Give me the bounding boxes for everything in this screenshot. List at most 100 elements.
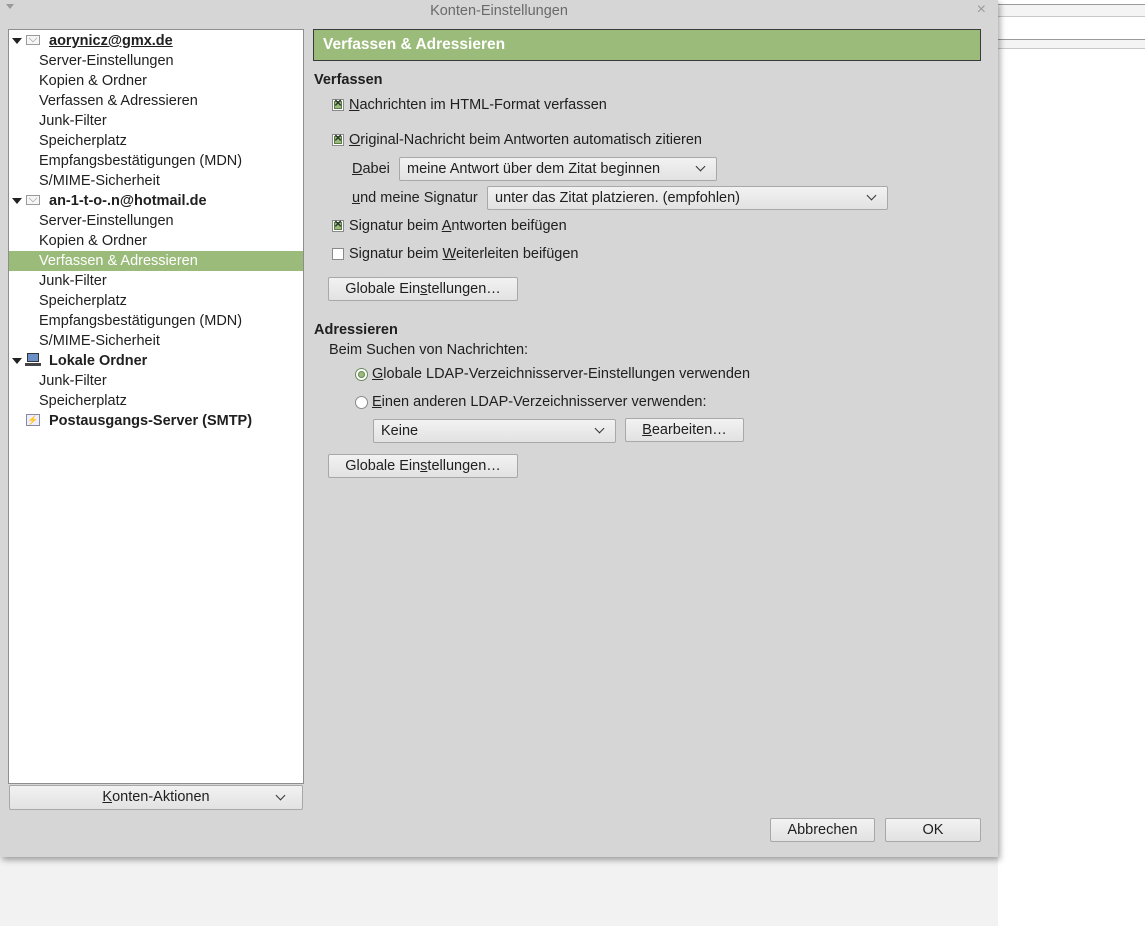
tree-account-gmx[interactable]: aorynicz@gmx.de [9, 31, 303, 51]
tree-item-disk-space[interactable]: Speicherplatz [9, 391, 303, 411]
mail-account-icon [26, 195, 40, 205]
tree-item-label: Server-Einstellungen [39, 213, 174, 229]
tree-item-label: Speicherplatz [39, 293, 127, 309]
signature-forward-label[interactable]: Signatur beim Weiterleiten beifügen [349, 246, 578, 262]
tree-item-copies-folders[interactable]: Kopien & Ordner [9, 231, 303, 251]
tree-item-smime[interactable]: S/MIME-Sicherheit [9, 171, 303, 191]
chevron-down-icon [594, 423, 605, 434]
tree-item-junk-filter[interactable]: Junk-Filter [9, 371, 303, 391]
tree-item-junk-filter[interactable]: Junk-Filter [9, 271, 303, 291]
tree-account-local-folders[interactable]: Lokale Ordner [9, 351, 303, 371]
global-ldap-radio[interactable] [355, 368, 368, 381]
label-text: lobale LDAP-Verzeichnisserver-Einstellun… [383, 366, 751, 382]
signature-position-label: und meine Signatur [352, 190, 478, 206]
signature-forward-checkbox[interactable] [332, 248, 344, 260]
tree-item-label: Verfassen & Adressieren [39, 253, 198, 269]
account-tree[interactable]: aorynicz@gmx.de Server-Einstellungen Kop… [8, 29, 304, 784]
cancel-button[interactable]: Abbrechen [770, 818, 875, 842]
window-title: Konten-Einstellungen [430, 3, 568, 19]
chevron-down-icon [275, 790, 286, 801]
access-key: W [442, 246, 456, 262]
html-format-label[interactable]: Nachrichten im HTML-Format verfassen [349, 97, 607, 113]
tree-item-outgoing-server[interactable]: ⚡ Postausgangs-Server (SMTP) [9, 411, 303, 431]
tree-item-label: S/MIME-Sicherheit [39, 333, 160, 349]
search-label: Beim Suchen von Nachrichten: [329, 342, 529, 358]
tree-item-label: Speicherplatz [39, 393, 127, 409]
tree-item-label: Junk-Filter [39, 113, 107, 129]
signature-reply-checkbox[interactable] [332, 216, 344, 232]
background-window [998, 0, 1145, 926]
tree-item-server-settings[interactable]: Server-Einstellungen [9, 51, 303, 71]
ok-button[interactable]: OK [885, 818, 981, 842]
access-key: E [372, 394, 382, 410]
titlebar: Konten-Einstellungen × [0, 0, 998, 22]
background-toolbar [998, 4, 1145, 17]
select-value: unter das Zitat platzieren. (empfohlen) [495, 190, 741, 206]
label-text: Globale Ein [345, 458, 421, 474]
tree-item-label: Junk-Filter [39, 373, 107, 389]
access-key: O [349, 132, 361, 148]
account-actions-button[interactable]: Konten-Aktionen [9, 785, 303, 810]
label-text: ntworten beifügen [451, 218, 567, 234]
tree-item-label: Kopien & Ordner [39, 233, 148, 249]
quote-original-checkbox[interactable] [332, 130, 344, 146]
label-text: Globale Ein [345, 281, 421, 297]
global-settings-button[interactable]: Globale Einstellungen… [328, 277, 518, 301]
ldap-directory-select[interactable]: Keine [373, 419, 616, 443]
tree-item-composition[interactable]: Verfassen & Adressieren [9, 91, 303, 111]
tree-item-label: Verfassen & Adressieren [39, 93, 198, 109]
label-text: tellungen… [427, 281, 501, 297]
tree-item-disk-space[interactable]: Speicherplatz [9, 291, 303, 311]
label-text: abei [362, 161, 390, 177]
signature-reply-label[interactable]: Signatur beim Antworten beifügen [349, 218, 567, 234]
chevron-down-icon [866, 190, 877, 201]
html-format-checkbox[interactable] [332, 95, 344, 111]
expand-triangle-icon[interactable] [12, 358, 22, 364]
access-key: G [372, 366, 384, 382]
page-title: Verfassen & Adressieren [313, 29, 981, 61]
tree-item-label: Empfangsbestätigungen (MDN) [39, 313, 243, 329]
global-settings-button-2[interactable]: Globale Einstellungen… [328, 454, 518, 478]
account-settings-dialog: Konten-Einstellungen × aorynicz@gmx.de S… [0, 0, 998, 857]
label-text: eiterleiten beifügen [455, 246, 579, 262]
tree-item-copies-folders[interactable]: Kopien & Ordner [9, 71, 303, 91]
access-key: K [102, 789, 113, 805]
tree-account-label: Postausgangs-Server (SMTP) [49, 413, 253, 429]
access-key: D [352, 161, 363, 177]
label-text: Signatur beim [349, 218, 442, 234]
reply-position-select[interactable]: meine Antwort über dem Zitat beginnen [399, 157, 717, 181]
tree-item-composition-selected[interactable]: Verfassen & Adressieren [9, 251, 303, 271]
other-ldap-radio[interactable] [355, 396, 368, 409]
global-ldap-label[interactable]: Globale LDAP-Verzeichnisserver-Einstellu… [372, 366, 750, 382]
label-text: tellungen… [427, 458, 501, 474]
edit-directories-button[interactable]: Bearbeiten… [625, 418, 744, 442]
tree-item-smime[interactable]: S/MIME-Sicherheit [9, 331, 303, 351]
tree-item-return-receipts[interactable]: Empfangsbestätigungen (MDN) [9, 151, 303, 171]
tree-item-label: Speicherplatz [39, 133, 127, 149]
label-text: nd meine Signatur [360, 190, 478, 206]
select-value: meine Antwort über dem Zitat beginnen [407, 161, 661, 177]
tree-item-label: Empfangsbestätigungen (MDN) [39, 153, 243, 169]
computer-icon [25, 353, 41, 366]
tree-item-label: Server-Einstellungen [39, 53, 174, 69]
other-ldap-label[interactable]: Einen anderen LDAP-Verzeichnisserver ver… [372, 394, 707, 410]
signature-position-select[interactable]: unter das Zitat platzieren. (empfohlen) [487, 186, 888, 210]
label-text: riginal-Nachricht beim Antworten automat… [360, 132, 702, 148]
mail-account-icon [26, 35, 40, 45]
expand-triangle-icon[interactable] [12, 38, 22, 44]
select-value: Keine [381, 423, 419, 439]
quote-original-label[interactable]: Original-Nachricht beim Antworten automa… [349, 132, 702, 148]
label-text: achrichten im HTML-Format verfassen [359, 97, 607, 113]
tree-account-hotmail[interactable]: an-1-t-o-.n@hotmail.de [9, 191, 303, 211]
expand-triangle-icon[interactable] [12, 198, 22, 204]
tree-item-label: Kopien & Ordner [39, 73, 148, 89]
close-icon[interactable]: × [977, 1, 986, 19]
label-text: inen anderen LDAP-Verzeichnisserver verw… [381, 394, 707, 410]
access-key: A [441, 218, 452, 234]
label-text: Signatur beim [349, 246, 443, 262]
tree-item-server-settings[interactable]: Server-Einstellungen [9, 211, 303, 231]
tree-item-junk-filter[interactable]: Junk-Filter [9, 111, 303, 131]
access-key: N [349, 97, 360, 113]
tree-item-disk-space[interactable]: Speicherplatz [9, 131, 303, 151]
tree-item-return-receipts[interactable]: Empfangsbestätigungen (MDN) [9, 311, 303, 331]
